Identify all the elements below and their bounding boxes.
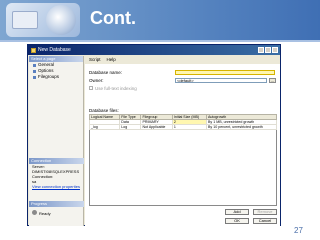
- fulltext-checkbox[interactable]: [89, 86, 93, 90]
- table-cell[interactable]: Not Applicable: [140, 124, 173, 130]
- slide-header: Cont.: [0, 0, 320, 40]
- database-icon: [31, 47, 36, 53]
- dialog-toolbar: Script Help: [85, 56, 280, 64]
- table-row[interactable]: _log Log Not Applicable 1 By 10 percent,…: [88, 124, 277, 130]
- new-database-dialog: New Database Select a page General Optio…: [27, 44, 281, 226]
- page-item-filegroups[interactable]: Filegroups: [29, 74, 83, 80]
- remove-button[interactable]: Remove: [253, 209, 277, 215]
- ok-button[interactable]: OK: [225, 218, 249, 224]
- script-button[interactable]: Script: [89, 56, 101, 64]
- database-files-label: Database files:: [89, 108, 119, 113]
- header-logo-image: [6, 3, 80, 37]
- globe-icon: [46, 5, 76, 35]
- view-connection-properties-link[interactable]: View connection properties: [29, 184, 84, 189]
- add-button[interactable]: Add: [225, 209, 249, 215]
- table-cell[interactable]: By 10 percent, unrestricted growth: [206, 124, 277, 130]
- computer-icon: [12, 11, 38, 29]
- slide-title: Cont.: [90, 8, 136, 28]
- progress-header: Progress: [29, 201, 84, 207]
- database-name-label: Database name:: [89, 70, 123, 75]
- fulltext-label: Use full-text indexing: [95, 85, 137, 91]
- owner-label: Owner:: [89, 78, 104, 83]
- page-icon: [33, 75, 36, 79]
- page-icon: [33, 69, 36, 73]
- dialog-title: New Database: [38, 47, 71, 53]
- header-divider: [0, 40, 320, 42]
- dialog-titlebar: New Database: [28, 45, 280, 55]
- help-button[interactable]: Help: [107, 56, 116, 64]
- database-name-input[interactable]: [175, 70, 275, 75]
- slide-page-number: 27: [294, 226, 303, 235]
- minimize-button[interactable]: [258, 47, 264, 53]
- left-panel: Select a page General Options Filegroups…: [29, 56, 84, 226]
- progress-status: Ready: [29, 210, 84, 216]
- right-panel: Script Help Database name: Owner: <defau…: [85, 56, 280, 226]
- maximize-button[interactable]: [265, 47, 271, 53]
- progress-spinner-icon: [32, 210, 37, 215]
- close-button[interactable]: [272, 47, 278, 53]
- owner-browse-button[interactable]: ...: [269, 78, 276, 83]
- table-cell[interactable]: _log: [88, 124, 121, 130]
- owner-input[interactable]: <default>: [175, 78, 267, 83]
- table-cell[interactable]: Log: [119, 124, 142, 130]
- table-cell[interactable]: 1: [171, 124, 208, 130]
- cancel-button[interactable]: Cancel: [253, 218, 277, 224]
- database-files-table: Logical Name File Type Filegroup Initial…: [88, 114, 277, 130]
- page-icon: [33, 63, 36, 67]
